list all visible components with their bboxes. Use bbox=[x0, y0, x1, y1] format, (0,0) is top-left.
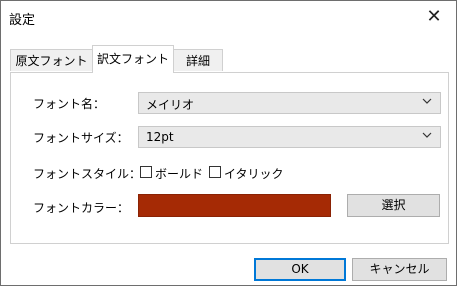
font-color-swatch[interactable] bbox=[138, 194, 331, 217]
italic-checkbox[interactable] bbox=[209, 166, 221, 178]
chevron-down-icon bbox=[422, 130, 432, 143]
font-name-select[interactable]: メイリオ bbox=[138, 92, 441, 114]
bold-checkbox[interactable] bbox=[140, 166, 152, 178]
italic-label[interactable]: イタリック bbox=[224, 165, 284, 182]
font-color-label: フォントカラー： bbox=[33, 201, 130, 215]
font-name-value: メイリオ bbox=[146, 98, 195, 112]
settings-dialog: 設定 ✕ 原文フォント 訳文フォント 詳細 フォント名： メイリオ フォントサイ… bbox=[0, 0, 457, 286]
tab-panel: フォント名： メイリオ フォントサイズ： 12pt フォントスタイル： ボールド… bbox=[10, 72, 449, 244]
choose-color-button[interactable]: 選択 bbox=[347, 194, 440, 217]
tab-source-font[interactable]: 原文フォント bbox=[10, 49, 93, 71]
tab-translation-font[interactable]: 訳文フォント bbox=[92, 45, 174, 73]
bold-label[interactable]: ボールド bbox=[155, 165, 203, 182]
font-style-label: フォントスタイル： bbox=[33, 167, 142, 181]
chevron-down-icon bbox=[422, 96, 432, 109]
dialog-title: 設定 bbox=[9, 13, 36, 28]
font-size-label: フォントサイズ： bbox=[33, 131, 129, 145]
cancel-button[interactable]: キャンセル bbox=[352, 258, 447, 281]
font-size-select[interactable]: 12pt bbox=[138, 126, 441, 148]
ok-button[interactable]: OK bbox=[254, 258, 346, 281]
font-name-label: フォント名： bbox=[33, 97, 106, 111]
tab-details[interactable]: 詳細 bbox=[173, 49, 223, 71]
font-size-value: 12pt bbox=[146, 130, 174, 144]
close-icon[interactable]: ✕ bbox=[412, 1, 456, 31]
title-bar: 設定 ✕ bbox=[1, 1, 456, 31]
